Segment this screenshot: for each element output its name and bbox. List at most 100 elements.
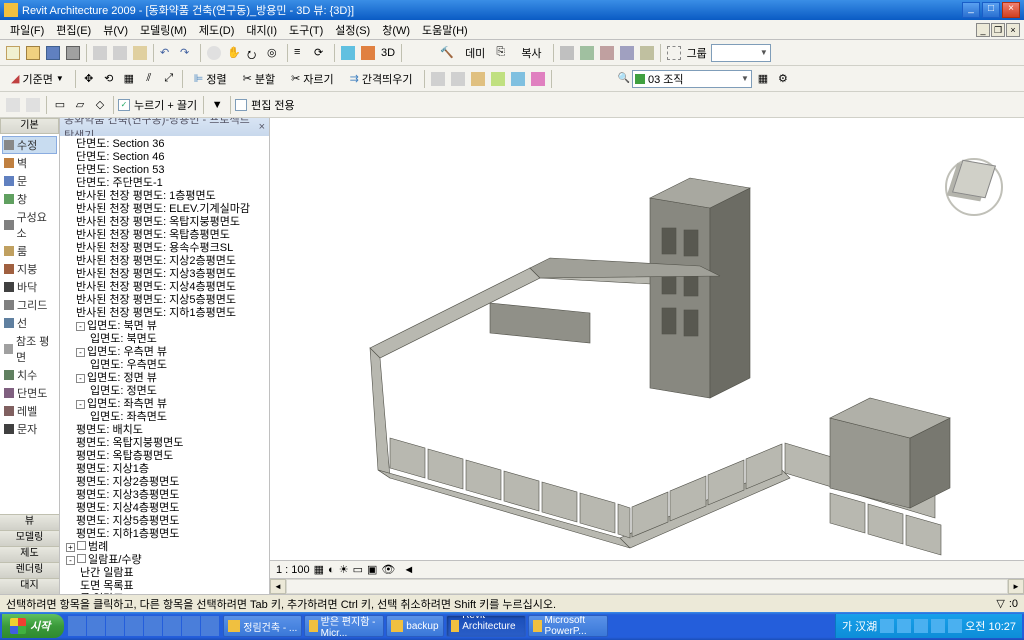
palette-tool-2[interactable]: 문 xyxy=(2,172,57,190)
opt-btn1[interactable] xyxy=(4,96,22,114)
menu-site[interactable]: 대지(I) xyxy=(240,20,283,40)
close-button[interactable]: × xyxy=(1002,2,1020,18)
task-button-2[interactable]: backup xyxy=(386,615,444,637)
offset-button[interactable]: ⇉간격띄우기 xyxy=(343,69,420,89)
paste-button[interactable] xyxy=(131,44,149,62)
ql-icon-7[interactable] xyxy=(182,616,200,636)
menu-drafting[interactable]: 제도(D) xyxy=(193,20,241,40)
menu-edit[interactable]: 편집(E) xyxy=(50,20,97,40)
detail-level-button[interactable]: ▦ xyxy=(314,563,324,576)
scroll-left-button[interactable]: ◄ xyxy=(270,579,286,594)
revolve-button[interactable] xyxy=(618,44,636,62)
mirror-button[interactable]: ⫽ xyxy=(140,70,158,88)
tray-icon-1[interactable] xyxy=(880,619,894,633)
opt-btn5[interactable]: ◇ xyxy=(91,96,109,114)
crop-visible-button[interactable]: ▣ xyxy=(367,563,377,576)
align-button[interactable]: ⊫정렬 xyxy=(187,69,234,89)
palette-tool-4[interactable]: 구성요소 xyxy=(2,208,57,242)
palette-tool-0[interactable]: 수정 xyxy=(2,136,57,154)
extra1-button[interactable] xyxy=(429,70,447,88)
void-button[interactable] xyxy=(578,44,596,62)
start-button[interactable]: 시작 xyxy=(2,614,64,638)
palette-tool-9[interactable]: 선 xyxy=(2,314,57,332)
blend-button[interactable] xyxy=(598,44,616,62)
press-pull-checkbox[interactable]: ✓ xyxy=(118,99,130,111)
cut-button[interactable] xyxy=(91,44,109,62)
palette-tab-4[interactable]: 대지 xyxy=(0,578,59,594)
filter-button[interactable]: ▼ xyxy=(208,96,226,114)
palette-tool-7[interactable]: 바닥 xyxy=(2,278,57,296)
task-button-0[interactable]: 정림건축 - ... xyxy=(223,615,302,637)
task-button-4[interactable]: Microsoft PowerP... xyxy=(528,615,608,637)
vis-apply-button[interactable]: ▦ xyxy=(754,70,772,88)
palette-tab-2[interactable]: 제도 xyxy=(0,546,59,562)
move-button[interactable]: ✥ xyxy=(80,70,98,88)
group-icon[interactable] xyxy=(665,44,683,62)
copy-tool-label[interactable]: 복사 xyxy=(514,43,548,63)
maximize-button[interactable]: □ xyxy=(982,2,1000,18)
vis-settings-button[interactable]: ⚙ xyxy=(774,70,792,88)
clock[interactable]: 오전 10:27 xyxy=(965,618,1016,634)
ql-icon-8[interactable] xyxy=(201,616,219,636)
demolish-button[interactable]: 🔨 xyxy=(438,44,456,62)
trim-button[interactable]: ✂자르기 xyxy=(284,69,341,89)
palette-tool-6[interactable]: 지붕 xyxy=(2,260,57,278)
workplane-button[interactable]: ◢기준면▼ xyxy=(4,69,71,89)
palette-tool-8[interactable]: 그리드 xyxy=(2,296,57,314)
menu-tools[interactable]: 도구(T) xyxy=(283,20,329,40)
print-button[interactable] xyxy=(64,44,82,62)
palette-tab-0[interactable]: 뷰 xyxy=(0,514,59,530)
open-button[interactable] xyxy=(24,44,42,62)
tray-icon-2[interactable] xyxy=(897,619,911,633)
group-combo[interactable]: ▼ xyxy=(711,44,771,62)
opt-btn4[interactable]: ▱ xyxy=(71,96,89,114)
new-button[interactable] xyxy=(4,44,22,62)
array-button[interactable]: ▦ xyxy=(120,70,138,88)
extra5-button[interactable] xyxy=(509,70,527,88)
shadows-button[interactable]: ☀ xyxy=(339,563,349,576)
tray-icon-5[interactable] xyxy=(948,619,962,633)
palette-tool-10[interactable]: 참조 평면 xyxy=(2,332,57,366)
menu-help[interactable]: 도움말(H) xyxy=(416,20,474,40)
ql-icon-2[interactable] xyxy=(87,616,105,636)
browser-close-icon[interactable]: × xyxy=(259,121,265,133)
palette-tool-14[interactable]: 문자 xyxy=(2,420,57,438)
extrude-button[interactable] xyxy=(558,44,576,62)
copy-button[interactable] xyxy=(111,44,129,62)
extra3-button[interactable] xyxy=(469,70,487,88)
doc-minimize-button[interactable]: _ xyxy=(976,23,990,37)
palette-tool-5[interactable]: 룸 xyxy=(2,242,57,260)
palette-tool-1[interactable]: 벽 xyxy=(2,154,57,172)
horizontal-scrollbar[interactable]: ◄ ► xyxy=(270,578,1024,594)
redo-button[interactable]: ↷ xyxy=(178,44,196,62)
sync-button[interactable]: ⟳ xyxy=(312,44,330,62)
palette-tool-3[interactable]: 창 xyxy=(2,190,57,208)
extra4-button[interactable] xyxy=(489,70,507,88)
palette-tab-1[interactable]: 모델링 xyxy=(0,530,59,546)
palette-tool-11[interactable]: 치수 xyxy=(2,366,57,384)
3d-canvas[interactable] xyxy=(270,118,1024,560)
edit-only-checkbox[interactable] xyxy=(235,99,247,111)
ql-icon-5[interactable] xyxy=(144,616,162,636)
menu-file[interactable]: 파일(F) xyxy=(4,20,50,40)
split-button[interactable]: ✂분할 xyxy=(236,69,282,89)
ql-icon-3[interactable] xyxy=(106,616,124,636)
menu-view[interactable]: 뷰(V) xyxy=(97,20,134,40)
palette-tab-3[interactable]: 렌더링 xyxy=(0,562,59,578)
pan-button[interactable]: ✋ xyxy=(225,44,243,62)
ql-icon-6[interactable] xyxy=(163,616,181,636)
render-button[interactable] xyxy=(359,44,377,62)
doc-restore-button[interactable]: ❐ xyxy=(991,23,1005,37)
undo-button[interactable]: ↶ xyxy=(158,44,176,62)
visual-style-button[interactable]: ◐ xyxy=(328,564,335,576)
menu-window[interactable]: 창(W) xyxy=(376,20,416,40)
browser-tree[interactable]: 단면도: Section 36단면도: Section 46단면도: Secti… xyxy=(60,136,269,594)
scale-button[interactable]: ⤢ xyxy=(160,70,178,88)
browser-title-bar[interactable]: 동화약품 건축(연구동)-방용민 - 프로젝트 탐색기 × xyxy=(60,118,269,136)
doc-close-button[interactable]: × xyxy=(1006,23,1020,37)
palette-tool-12[interactable]: 단면도 xyxy=(2,384,57,402)
tray-icon-4[interactable] xyxy=(931,619,945,633)
palette-tool-13[interactable]: 레벨 xyxy=(2,402,57,420)
lang-indicator[interactable]: 가 汉湖 xyxy=(842,618,877,634)
orbit-button[interactable]: ⭮ xyxy=(245,44,263,62)
